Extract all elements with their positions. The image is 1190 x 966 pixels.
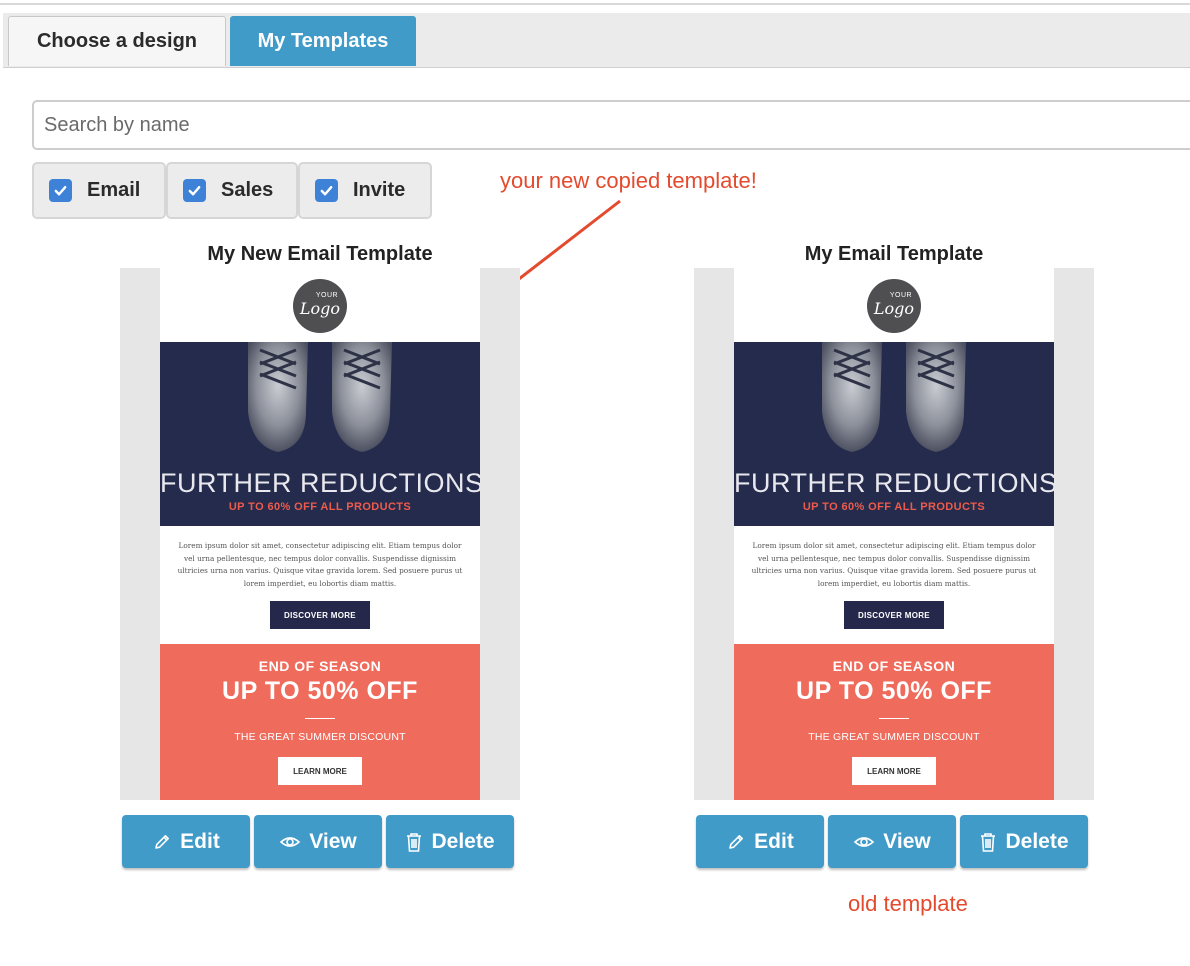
trash-icon	[979, 831, 997, 853]
email-preview: YOUR Logo FURTHER REDUCTIONS UP TO 60% O…	[160, 268, 480, 800]
discover-more-button: DISCOVER MORE	[270, 601, 370, 629]
delete-label: Delete	[431, 829, 495, 853]
edit-button[interactable]: Edit	[696, 815, 824, 868]
eye-icon	[853, 832, 875, 852]
eye-icon	[279, 832, 301, 852]
checkbox-checked-icon[interactable]	[49, 179, 72, 202]
filter-label: Sales	[221, 179, 274, 201]
delete-button[interactable]: Delete	[960, 815, 1088, 868]
template-title: My Email Template	[804, 243, 984, 265]
pencil-icon	[152, 832, 172, 852]
delete-label: Delete	[1005, 829, 1069, 853]
tab-choose-design[interactable]: Choose a design	[8, 16, 226, 66]
edit-label: Edit	[180, 829, 220, 853]
body-text: Lorem ipsum dolor sit amet, consectetur …	[751, 541, 1037, 588]
hero-banner: FURTHER REDUCTIONS UP TO 60% OFF ALL PRO…	[734, 342, 1054, 526]
learn-more-button: LEARN MORE	[278, 757, 362, 785]
hero-title: FURTHER REDUCTIONS	[160, 468, 480, 498]
template-preview[interactable]: YOUR Logo FURTHER REDUCTIONS UP TO 60% O…	[694, 268, 1094, 800]
promo-subtext: THE GREAT SUMMER DISCOUNT	[234, 731, 406, 743]
checkbox-checked-icon[interactable]	[183, 179, 206, 202]
promo-headline: UP TO 50% OFF	[222, 677, 418, 705]
filter-invite[interactable]: Invite	[298, 162, 432, 219]
tab-bar: Choose a design My Templates	[3, 13, 1190, 68]
promo-headline: UP TO 50% OFF	[796, 677, 992, 705]
discover-more-button: DISCOVER MORE	[844, 601, 944, 629]
hero-subtitle: UP TO 60% OFF ALL PRODUCTS	[802, 501, 986, 513]
edit-button[interactable]: Edit	[122, 815, 250, 868]
promo-subtext: THE GREAT SUMMER DISCOUNT	[808, 731, 980, 743]
pencil-icon	[726, 832, 746, 852]
top-divider	[0, 3, 1190, 5]
view-button[interactable]: View	[254, 815, 382, 868]
tab-my-templates[interactable]: My Templates	[230, 16, 416, 66]
body-text: Lorem ipsum dolor sit amet, consectetur …	[177, 541, 463, 588]
view-button[interactable]: View	[828, 815, 956, 868]
promo-section: END OF SEASON UP TO 50% OFF THE GREAT SU…	[160, 644, 480, 800]
promo-divider	[879, 718, 909, 719]
filter-label: Email	[87, 179, 141, 201]
edit-label: Edit	[754, 829, 794, 853]
promo-section: END OF SEASON UP TO 50% OFF THE GREAT SU…	[734, 644, 1054, 800]
search-input[interactable]	[32, 100, 1190, 150]
checkbox-checked-icon[interactable]	[315, 179, 338, 202]
hero-title: FURTHER REDUCTIONS	[734, 468, 1054, 498]
view-label: View	[883, 829, 931, 853]
template-preview[interactable]: YOUR Logo FURTHER REDUCTIONS UP TO 60% O…	[120, 268, 520, 800]
filter-email[interactable]: Email	[32, 162, 166, 219]
filter-label: Invite	[353, 179, 406, 201]
learn-more-button: LEARN MORE	[852, 757, 936, 785]
delete-button[interactable]: Delete	[386, 815, 514, 868]
logo-placeholder: YOUR Logo	[293, 279, 347, 333]
view-label: View	[309, 829, 357, 853]
logo-placeholder: YOUR Logo	[867, 279, 921, 333]
hero-banner: FURTHER REDUCTIONS UP TO 60% OFF ALL PRO…	[160, 342, 480, 526]
trash-icon	[405, 831, 423, 853]
filter-sales[interactable]: Sales	[166, 162, 298, 219]
promo-divider	[305, 718, 335, 719]
promo-kicker: END OF SEASON	[832, 658, 956, 674]
annotation-old: old template	[848, 891, 968, 916]
hero-subtitle: UP TO 60% OFF ALL PRODUCTS	[228, 501, 412, 513]
template-title: My New Email Template	[207, 243, 433, 265]
email-preview: YOUR Logo FURTHER REDUCTIONS UP TO 60% O…	[734, 268, 1054, 800]
promo-kicker: END OF SEASON	[258, 658, 382, 674]
